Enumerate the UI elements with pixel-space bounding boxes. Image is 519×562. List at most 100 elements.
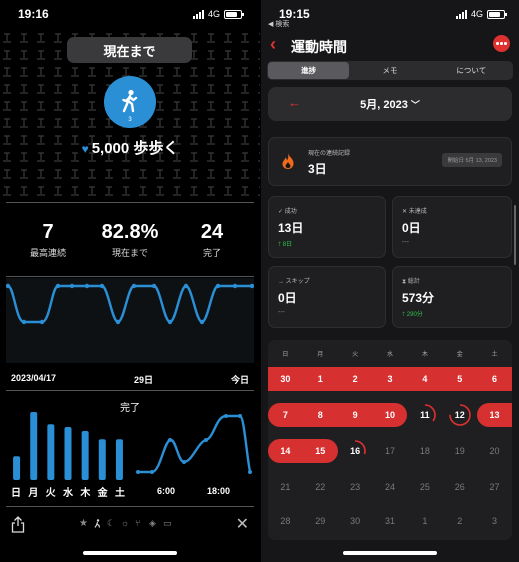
- weekday-bar: [81, 431, 89, 480]
- divider: [6, 390, 254, 391]
- tag-icon[interactable]: ◈: [149, 519, 158, 528]
- calendar-day[interactable]: 31: [373, 509, 408, 533]
- share-icon[interactable]: [11, 516, 25, 533]
- page-title: 運動時間: [291, 39, 347, 55]
- calendar-day[interactable]: 29: [303, 509, 338, 533]
- calendar-day[interactable]: 12: [442, 403, 477, 427]
- calendar-day[interactable]: 6: [477, 367, 512, 391]
- badge-number: 3: [128, 117, 132, 123]
- divider: [6, 202, 254, 203]
- calendar-day[interactable]: 7: [268, 403, 303, 427]
- habit-detail-screen: 19:15 4G ◀ 検索 ‹ 運動時間 進捗 メモ について ← 5月, 20…: [261, 0, 519, 562]
- calendar-day[interactable]: 27: [477, 475, 512, 499]
- sun-icon[interactable]: ☼: [121, 519, 130, 528]
- calendar-week-row: 21 22 23 24 25 26 27: [268, 475, 512, 499]
- goal-title: ♥ 5,000 歩歩く: [81, 140, 179, 157]
- calendar-day[interactable]: 22: [303, 475, 338, 499]
- calendar-day[interactable]: 3: [477, 509, 512, 533]
- calendar-day[interactable]: 21: [268, 475, 303, 499]
- scrollbar[interactable]: [514, 205, 516, 265]
- calendar-day[interactable]: 3: [373, 367, 408, 391]
- x-icon: ✕: [402, 209, 408, 215]
- habit-overview-screen: 19:16 4G 現在まで 3 ♥ 5,000 歩歩く 7 最高連続 82.8% …: [0, 0, 260, 562]
- network-label: 4G: [207, 9, 220, 19]
- weekday-label: 土: [114, 488, 125, 499]
- hourglass-icon: ⧗: [402, 279, 407, 285]
- arrow-up-icon: 🡑: [402, 312, 406, 318]
- month-label[interactable]: 5月, 2023 ﹀: [268, 96, 512, 112]
- calendar-day[interactable]: 17: [373, 439, 408, 463]
- arrow-right-icon: →: [278, 279, 284, 285]
- weekday-header-label: 月: [317, 352, 324, 358]
- month-selector: ← 5月, 2023 ﹀: [268, 87, 512, 121]
- home-indicator: [343, 551, 437, 555]
- calendar-day[interactable]: 23: [338, 475, 373, 499]
- home-indicator: [83, 551, 177, 555]
- category-icons: ★ ☾ ☼ ⑂ ◈ ▭: [79, 519, 172, 529]
- calendar-day[interactable]: 26: [442, 475, 477, 499]
- tab-memo[interactable]: メモ: [349, 62, 430, 79]
- calendar-day[interactable]: 24: [373, 475, 408, 499]
- return-to-search-link[interactable]: ◀ 検索: [268, 19, 289, 29]
- calendar-week-row: 28 29 30 31 1 2 3: [268, 509, 512, 533]
- calendar-day[interactable]: 5: [442, 367, 477, 391]
- signal-icon: [455, 9, 467, 19]
- tab-about[interactable]: について: [431, 62, 512, 79]
- flame-icon: [282, 153, 294, 169]
- close-icon[interactable]: ✕: [236, 514, 249, 534]
- arrow-up-icon: 🡑: [278, 242, 282, 248]
- month-calendar: 日月火水木金土 30 1 2 3 4 5 6 7 8 9 10 11 12 13 14 15 16 17 18 19 2…: [268, 340, 512, 540]
- calendar-day[interactable]: 20: [477, 439, 512, 463]
- time-of-day-chart: [136, 414, 252, 474]
- calendar-week-row: 30 1 2 3 4 5 6: [268, 367, 512, 391]
- weekday-header-label: 土: [491, 352, 498, 358]
- calendar-day[interactable]: 14: [268, 439, 303, 463]
- calendar-day[interactable]: 4: [407, 367, 442, 391]
- weekday-header-label: 水: [387, 352, 394, 358]
- now-button[interactable]: 現在まで: [67, 37, 192, 63]
- calendar-day[interactable]: 30: [338, 509, 373, 533]
- tv-icon[interactable]: ▭: [163, 519, 172, 528]
- calendar-day[interactable]: 2: [442, 509, 477, 533]
- calendar-day[interactable]: 1: [303, 367, 338, 391]
- hour-label: 6:00: [157, 486, 176, 496]
- calendar-day[interactable]: 16: [338, 439, 373, 463]
- moon-icon[interactable]: ☾: [107, 519, 116, 528]
- chair-icon[interactable]: ⑂: [135, 519, 144, 528]
- date-axis: 2023/04/17 29日 今日: [11, 373, 249, 385]
- star-icon[interactable]: ★: [79, 519, 88, 529]
- network-label: 4G: [470, 9, 483, 19]
- chevron-left-icon[interactable]: ‹: [270, 35, 276, 53]
- calendar-day[interactable]: 28: [268, 509, 303, 533]
- calendar-week-row: 7 8 9 10 11 12 13: [268, 403, 512, 427]
- segmented-control: 進捗 メモ について: [267, 61, 513, 80]
- calendar-day[interactable]: 13: [477, 403, 512, 427]
- skip-card: → スキップ 0日 ---: [268, 266, 386, 328]
- calendar-day[interactable]: 18: [407, 439, 442, 463]
- calendar-day[interactable]: 15: [303, 439, 338, 463]
- calendar-day[interactable]: 19: [442, 439, 477, 463]
- weekday-bar: [115, 439, 123, 480]
- streak-value: 3日: [308, 162, 327, 176]
- calendar-day[interactable]: 25: [407, 475, 442, 499]
- battery-icon: [224, 9, 244, 19]
- weekday-label: 木: [80, 488, 91, 499]
- total-card: ⧗ 総計 573分 🡑 290分: [392, 266, 512, 328]
- tab-progress[interactable]: 進捗: [268, 62, 350, 79]
- weekday-header-label: 金: [456, 352, 463, 358]
- weekday-labels: 日月火水木金土: [8, 484, 128, 499]
- calendar-day[interactable]: 10: [373, 403, 408, 427]
- divider: [6, 506, 254, 507]
- calendar-day[interactable]: 1: [407, 509, 442, 533]
- hour-label: 18:00: [207, 486, 231, 496]
- more-options-icon[interactable]: [493, 35, 510, 52]
- calendar-day[interactable]: 11: [407, 403, 442, 427]
- weekday-bar: [30, 412, 38, 480]
- habit-icon-badge[interactable]: 3: [104, 76, 156, 128]
- calendar-day[interactable]: 8: [303, 403, 338, 427]
- walker-icon[interactable]: [93, 519, 102, 528]
- calendar-day[interactable]: 30: [268, 367, 303, 391]
- calendar-day[interactable]: 9: [338, 403, 373, 427]
- calendar-day[interactable]: 2: [338, 367, 373, 391]
- checkmark-icon: ✓: [278, 209, 284, 215]
